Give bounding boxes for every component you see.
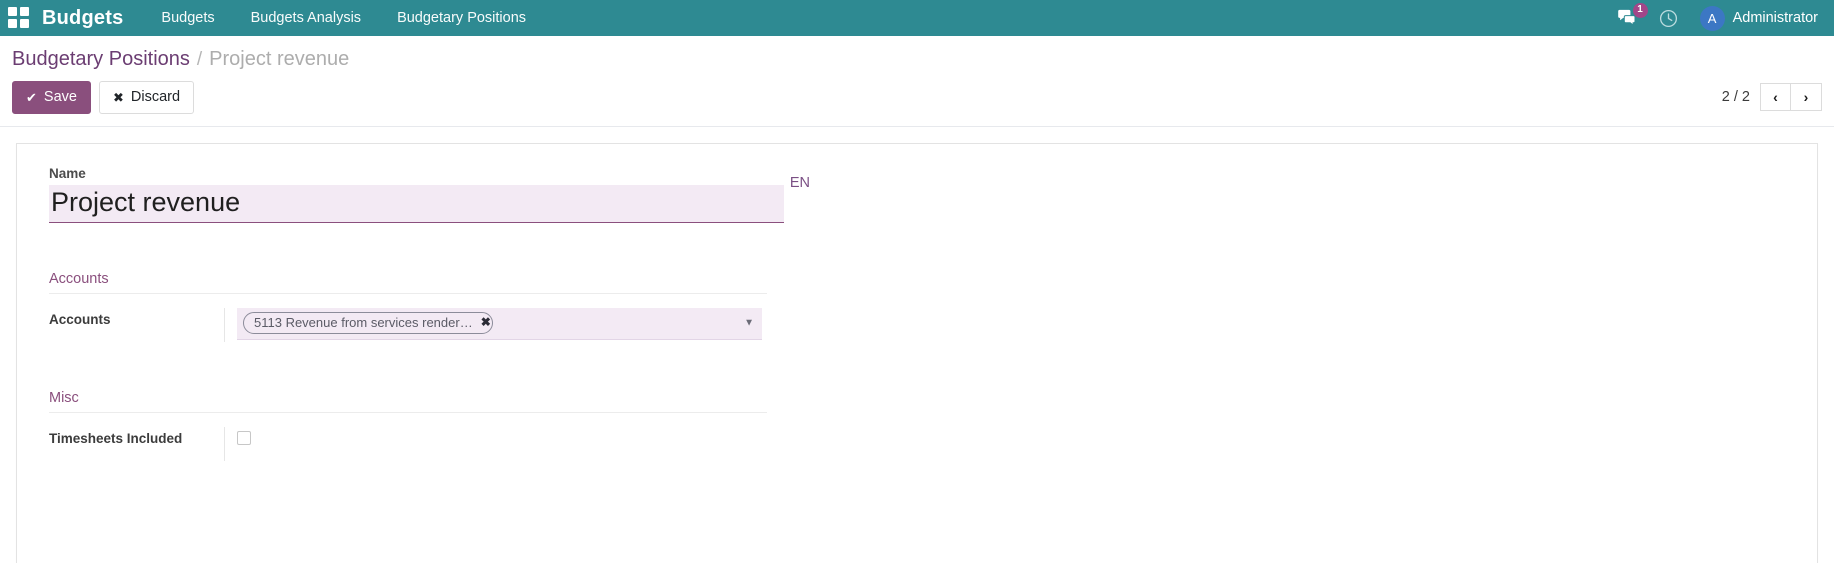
x-icon: ✖ xyxy=(112,89,124,105)
pager-count: 2 / 2 xyxy=(1721,89,1750,106)
save-button-label: Save xyxy=(43,89,77,105)
apps-grid-square xyxy=(8,7,17,16)
control-panel: Budgetary Positions / Project revenue ✔ … xyxy=(0,36,1834,127)
language-badge[interactable]: EN xyxy=(784,172,815,195)
apps-grid-square xyxy=(8,19,17,28)
discard-button-label: Discard xyxy=(130,89,181,105)
app-brand-title[interactable]: Budgets xyxy=(42,7,123,30)
breadcrumb-separator: / xyxy=(196,49,203,70)
clock-icon[interactable] xyxy=(1659,9,1678,28)
caret-down-icon[interactable]: ▼ xyxy=(744,318,754,329)
field-row-accounts: Accounts 5113 Revenue from services rend… xyxy=(49,307,1785,342)
apps-grid-icon[interactable] xyxy=(8,7,30,29)
group-title-misc: Misc xyxy=(49,390,767,413)
name-input[interactable] xyxy=(49,184,784,223)
accounts-many2many-input[interactable]: 5113 Revenue from services render… ✖ ▼ xyxy=(237,307,762,340)
record-pager: 2 / 2 ‹ › xyxy=(1721,83,1822,112)
chevron-right-icon[interactable]: › xyxy=(1791,83,1822,112)
apps-grid-square xyxy=(20,19,29,28)
accounts-field-label: Accounts xyxy=(49,311,111,327)
account-tag[interactable]: 5113 Revenue from services render… ✖ xyxy=(243,311,493,334)
messages-icon[interactable]: 1 xyxy=(1617,3,1648,27)
breadcrumb-current: Project revenue xyxy=(209,48,350,70)
discard-button[interactable]: ✖ Discard xyxy=(98,81,195,114)
timesheets-included-checkbox[interactable] xyxy=(237,430,251,445)
timesheets-included-label: Timesheets Included xyxy=(49,430,183,446)
navbar-menu: Budgets Budgets Analysis Budgetary Posit… xyxy=(161,10,526,26)
breadcrumb: Budgetary Positions / Project revenue xyxy=(12,36,1822,77)
save-button[interactable]: ✔ Save xyxy=(12,81,91,114)
menu-item-budgets[interactable]: Budgets xyxy=(161,10,214,26)
avatar: A xyxy=(1699,5,1725,31)
chevron-left-icon[interactable]: ‹ xyxy=(1760,83,1791,112)
apps-grid-square xyxy=(20,7,29,16)
menu-item-budgets-analysis[interactable]: Budgets Analysis xyxy=(251,10,361,26)
close-icon[interactable]: ✖ xyxy=(481,316,491,328)
group-title-accounts: Accounts xyxy=(49,271,767,294)
control-panel-actions: ✔ Save ✖ Discard 2 / 2 ‹ › xyxy=(12,77,1822,126)
top-navbar: Budgets Budgets Budgets Analysis Budgeta… xyxy=(0,0,1834,36)
user-menu[interactable]: A Administrator xyxy=(1699,5,1818,31)
menu-item-budgetary-positions[interactable]: Budgetary Positions xyxy=(397,10,526,26)
name-field-label: Name xyxy=(49,165,86,181)
form-sheet: Name EN Accounts Accounts 5113 Revenue f… xyxy=(16,142,1818,563)
name-field-wrapper: EN xyxy=(49,172,815,223)
account-tag-label: 5113 Revenue from services render… xyxy=(254,314,473,330)
check-icon: ✔ xyxy=(26,89,37,105)
pager-buttons: ‹ › xyxy=(1760,83,1822,112)
user-name-label: Administrator xyxy=(1732,10,1818,26)
form-view: Name EN Accounts Accounts 5113 Revenue f… xyxy=(0,126,1834,563)
breadcrumb-root-link[interactable]: Budgetary Positions xyxy=(12,48,190,71)
field-row-timesheets-included: Timesheets Included xyxy=(49,426,1785,461)
messages-count-badge: 1 xyxy=(1632,3,1648,18)
navbar-systray: 1 A Administrator xyxy=(1617,3,1818,31)
timesheets-included-value xyxy=(224,426,251,461)
accounts-field-value: 5113 Revenue from services render… ✖ ▼ xyxy=(224,307,762,342)
